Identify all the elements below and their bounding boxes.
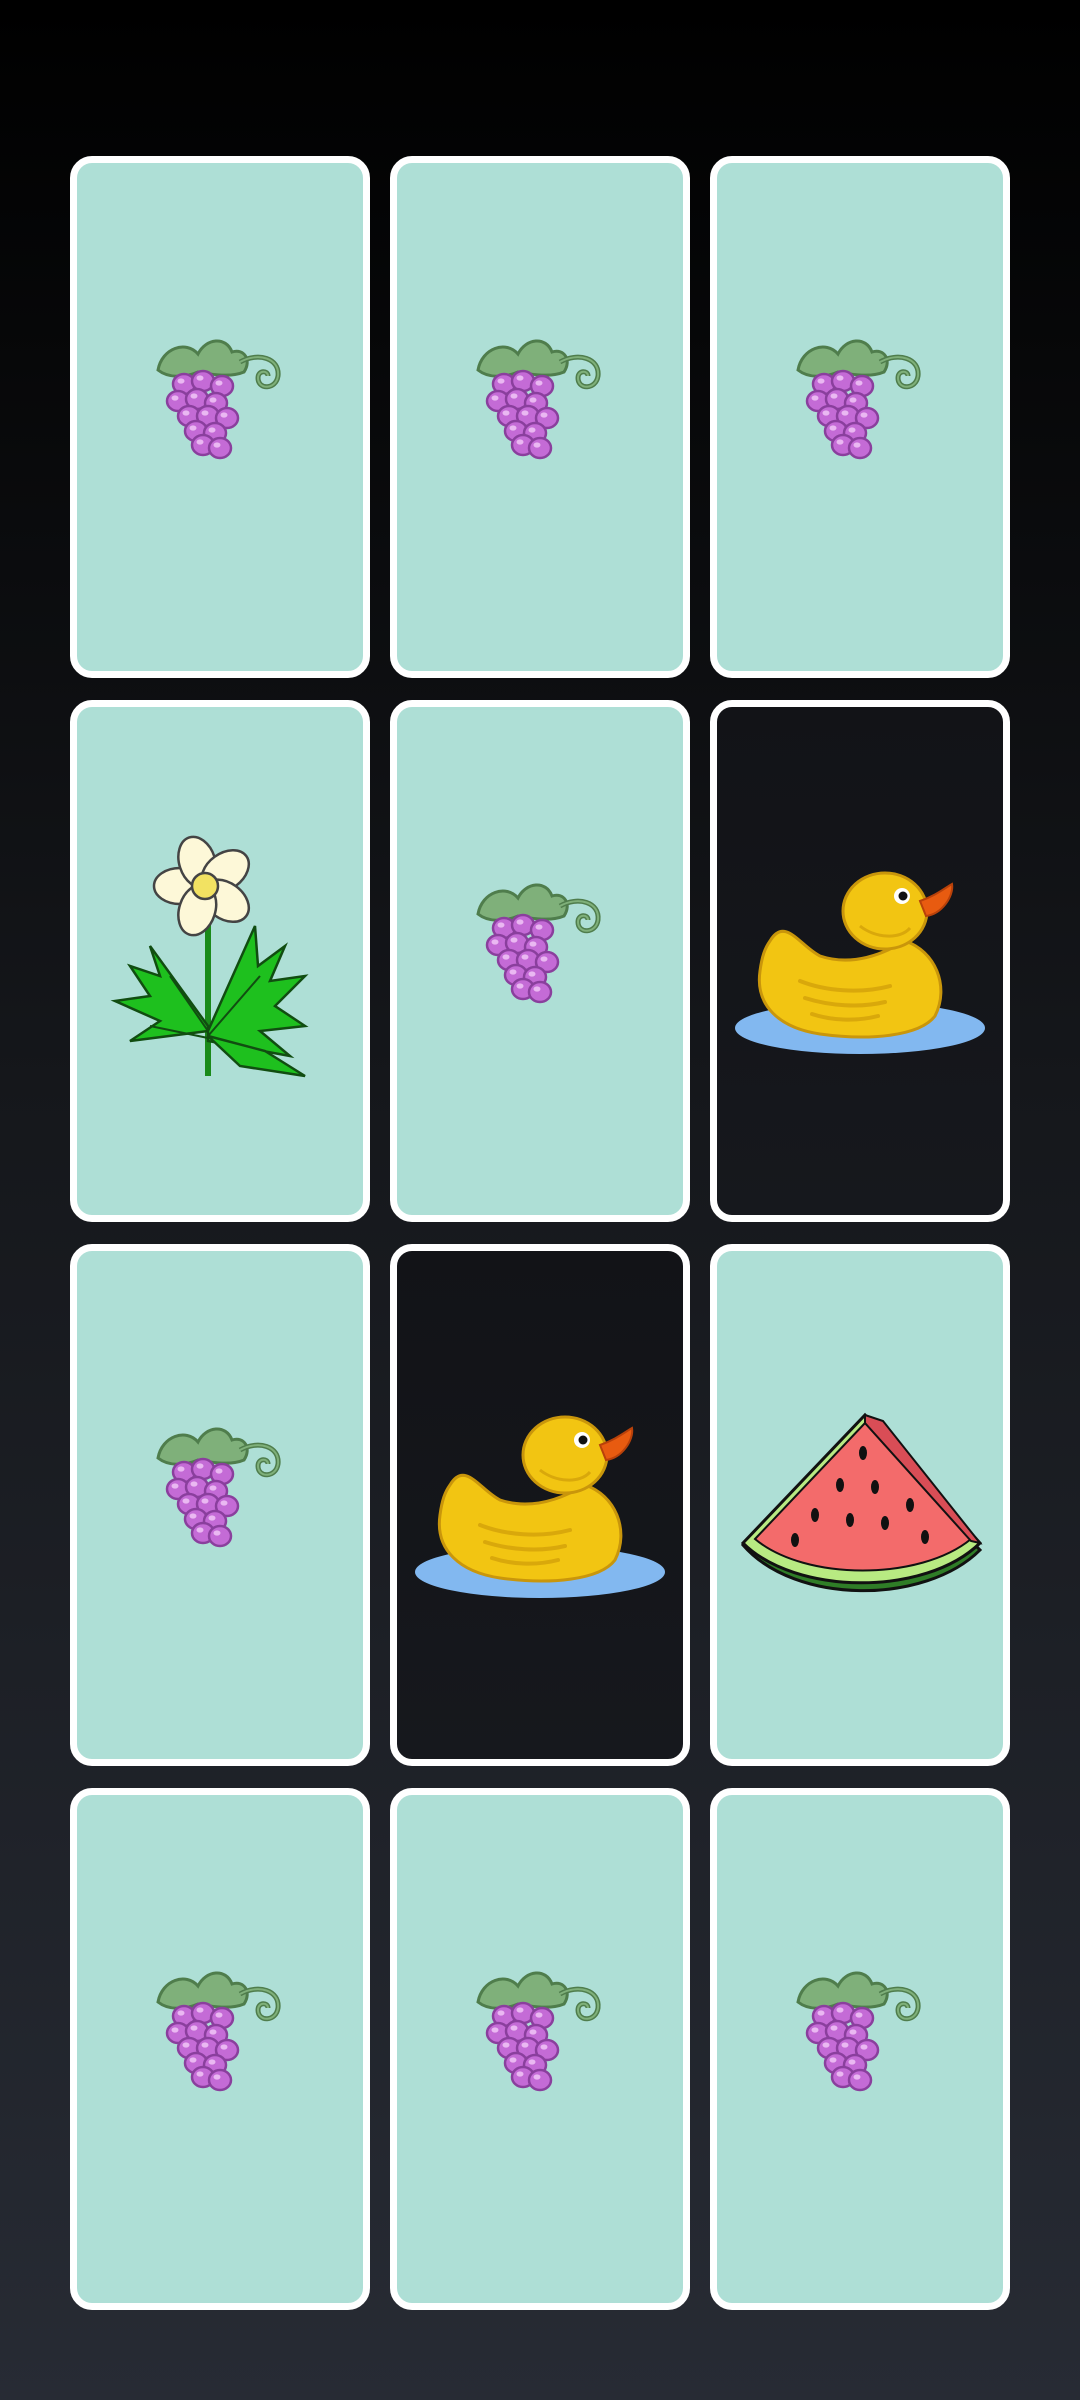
grapes-icon [140, 1420, 300, 1590]
grapes-icon [780, 1964, 940, 2134]
memory-card[interactable] [390, 156, 690, 678]
memory-card[interactable] [390, 1244, 690, 1766]
memory-game-board [70, 156, 1010, 2310]
memory-card[interactable] [710, 1788, 1010, 2310]
grapes-icon [140, 1964, 300, 2134]
memory-card[interactable] [70, 156, 370, 678]
memory-card[interactable] [70, 1244, 370, 1766]
memory-card[interactable] [70, 1788, 370, 2310]
grapes-icon [140, 332, 300, 502]
watermelon-icon [735, 1405, 985, 1605]
flower-icon [90, 826, 350, 1096]
grapes-icon [460, 876, 620, 1046]
grapes-icon [460, 332, 620, 502]
memory-card[interactable] [390, 1788, 690, 2310]
memory-card[interactable] [390, 700, 690, 1222]
grapes-icon [780, 332, 940, 502]
memory-card[interactable] [710, 156, 1010, 678]
grapes-icon [460, 1964, 620, 2134]
memory-card[interactable] [710, 700, 1010, 1222]
memory-card[interactable] [70, 700, 370, 1222]
rubber-duck-icon [730, 856, 990, 1066]
rubber-duck-icon [410, 1400, 670, 1610]
memory-card[interactable] [710, 1244, 1010, 1766]
